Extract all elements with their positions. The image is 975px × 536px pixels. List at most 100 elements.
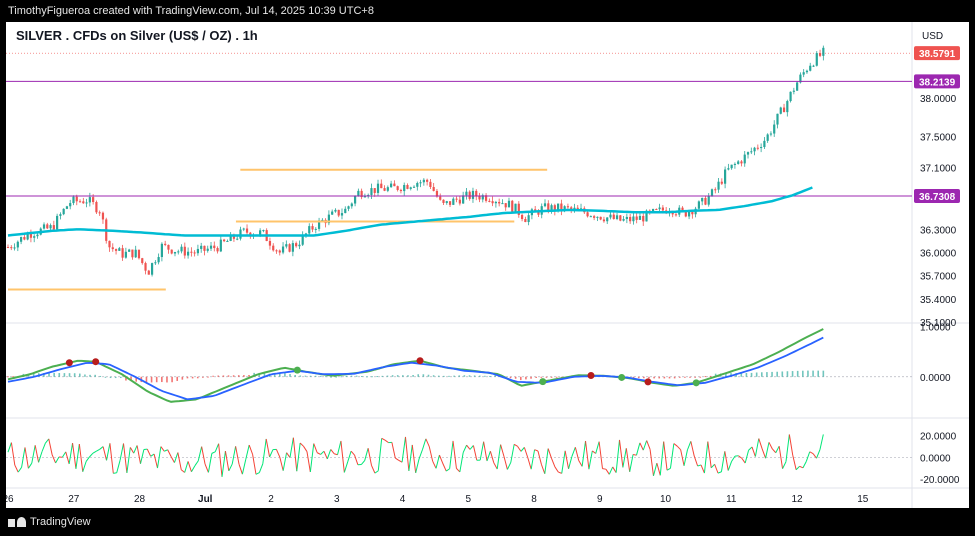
candle-body — [386, 187, 389, 191]
oscillator-histogram-bar — [217, 375, 220, 377]
rsi-segment — [517, 446, 522, 452]
candle-body — [710, 189, 714, 197]
rsi-segment — [761, 448, 767, 459]
rsi-segment — [598, 441, 604, 469]
rsi-segment — [500, 444, 505, 457]
rsi-segment — [418, 449, 423, 460]
rsi-segment — [343, 461, 349, 473]
chart-svg[interactable]: SILVER . CFDs on Silver (US$ / OZ) . 1h … — [2, 22, 969, 508]
candle-body — [609, 214, 612, 218]
candle-body — [462, 195, 465, 204]
candle-body — [704, 197, 707, 205]
rsi-pane: 20.0000 0.0000 -20.0000 — [6, 431, 960, 486]
oscillator-histogram-bar — [648, 376, 650, 379]
rsi-segment — [221, 451, 226, 477]
time-axis[interactable]: 26 27 28 Jul 2 3 4 5 8 9 10 11 12 15 — [2, 494, 869, 505]
rsi-segment — [462, 444, 468, 453]
rsi-segment — [561, 450, 566, 474]
oscillator-histogram-bar — [771, 371, 773, 377]
rsi-segment — [493, 462, 498, 470]
rsi-segment — [432, 460, 437, 469]
candle-body — [818, 53, 822, 56]
candle-body — [13, 247, 16, 249]
candle-body — [177, 251, 180, 253]
rsi-segment — [449, 440, 454, 469]
oscillator-histogram-bar — [361, 375, 363, 377]
oscillator-histogram-bar — [478, 375, 481, 377]
chart-panel[interactable]: SILVER . CFDs on Silver (US$ / OZ) . 1h … — [2, 22, 969, 508]
rsi-segment — [483, 441, 488, 462]
rsi-segment — [7, 442, 12, 453]
rsi-segment — [816, 449, 821, 459]
candle-body — [56, 215, 59, 230]
candle-body — [295, 243, 298, 247]
rsi-segment — [99, 446, 104, 450]
grid — [6, 22, 969, 508]
candle-body — [599, 216, 602, 220]
oscillator-histogram-bar — [555, 376, 558, 378]
oscillator-histogram-bar — [340, 376, 343, 378]
oscillator-histogram-bar — [355, 375, 358, 377]
rsi-segment — [669, 443, 675, 469]
rsi-segment — [374, 470, 379, 474]
rsi-segment — [799, 465, 804, 469]
candle-body — [314, 228, 317, 230]
rsi-segment — [330, 449, 335, 455]
candle-body — [504, 203, 507, 208]
rsi-segment — [75, 444, 80, 469]
candle-body — [805, 70, 809, 73]
rsi-segment — [714, 464, 719, 474]
candle-body — [815, 53, 818, 66]
candle-body — [612, 214, 615, 220]
candle-body — [340, 213, 344, 216]
candle-body — [357, 190, 360, 197]
candle-body — [439, 196, 442, 200]
rsi-segment — [435, 454, 440, 469]
oscillator-histogram-bar — [760, 372, 763, 377]
candle-body — [186, 251, 190, 256]
rsi-segment — [673, 443, 678, 447]
rsi-segment — [248, 444, 254, 455]
rsi-tick-label: 20.0000 — [920, 431, 957, 442]
rsi-segment — [113, 472, 117, 474]
candle-body — [134, 249, 137, 258]
rsi-segment — [153, 453, 158, 469]
watermark-bar: TimothyFigueroa created with TradingView… — [0, 0, 975, 22]
candle-body — [209, 245, 213, 249]
oscillator-histogram-bar — [755, 372, 758, 377]
cross-down-dot — [92, 358, 100, 366]
candle-body — [782, 107, 786, 113]
tradingview-logo[interactable]: TradingView — [8, 516, 91, 528]
candle-body — [331, 211, 334, 215]
oscillator-histogram-bar — [309, 375, 312, 377]
rsi-segment — [231, 446, 237, 465]
oscillator-histogram-bar — [668, 376, 671, 379]
rsi-segment — [540, 464, 546, 474]
rsi-segment — [255, 472, 260, 475]
candle-body — [154, 262, 157, 264]
rsi-segment — [697, 464, 702, 467]
price-axis[interactable]: 38.0000 37.5000 37.1000 36.3000 36.0000 35.70… — [914, 46, 960, 329]
candle-body — [196, 248, 200, 254]
candle-body — [403, 185, 406, 192]
rsi-segment — [486, 451, 491, 462]
rsi-segment — [506, 462, 512, 470]
candle-body — [170, 249, 173, 254]
rsi-segment — [772, 448, 777, 454]
rsi-segment — [622, 448, 627, 468]
candle-body — [399, 189, 403, 192]
candle-body — [128, 249, 131, 252]
rsi-segment — [258, 463, 264, 473]
rsi-segment — [534, 449, 539, 452]
candle-body — [802, 72, 805, 75]
candle-body — [452, 198, 455, 205]
candle-body — [429, 181, 432, 187]
candle-body — [543, 203, 547, 207]
candle-body — [203, 245, 206, 251]
candle-body — [46, 224, 49, 229]
oscillator-histogram-bar — [709, 375, 712, 377]
oscillator-histogram-bar — [694, 376, 696, 378]
rsi-segment — [602, 468, 606, 470]
oscillator-histogram-bar — [509, 376, 512, 379]
rsi-segment — [564, 450, 570, 469]
